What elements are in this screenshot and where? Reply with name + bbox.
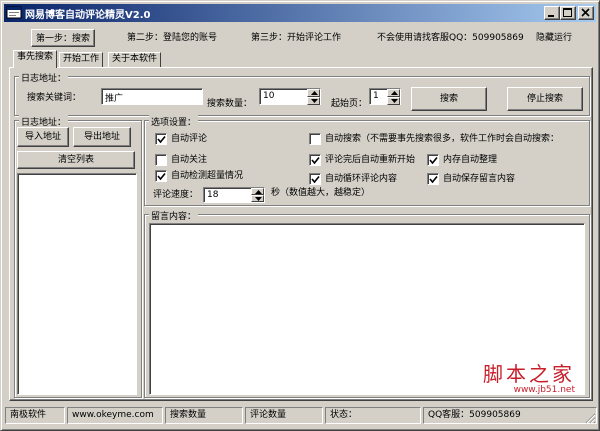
minimize-icon <box>548 15 554 17</box>
status-company: 南极软件 <box>5 407 65 424</box>
checkbox-box <box>427 154 439 166</box>
auto-memory-label: 内存自动整理 <box>443 155 498 165</box>
search-group: 日志地址： 搜索关键词： 推广 搜索数量： 10 起始页： 1 搜索 停止搜索 <box>14 71 590 116</box>
options-group-label: 选项设置： <box>149 115 199 128</box>
checkmark-icon <box>157 172 166 181</box>
watermark-url: www.jb51.net <box>513 385 575 395</box>
address-group: 日志地址： 导入地址 导出地址 清空列表 <box>14 115 142 398</box>
status-bar: 南极软件 www.okeyme.com 搜索数量 评论数量 状态： QQ客服：5… <box>5 407 597 425</box>
checkbox-box <box>309 154 321 166</box>
main-window: 网易博客自动评论精灵V2.0 第一步：搜索 第二步：登陆您的账号 第三步：开始评… <box>0 0 600 431</box>
step-search-button[interactable]: 第一步：搜索 <box>31 29 96 47</box>
arrow-up-icon <box>311 91 318 95</box>
step-login-label[interactable]: 第二步：登陆您的账号 <box>127 29 217 47</box>
checkmark-icon <box>311 175 320 184</box>
checkmark-icon <box>157 135 166 144</box>
checkbox-box <box>309 133 321 145</box>
tab-panel: 日志地址： 搜索关键词： 推广 搜索数量： 10 起始页： 1 搜索 停止搜索 … <box>9 67 593 401</box>
spin-up-button[interactable] <box>387 89 400 97</box>
auto-follow-checkbox[interactable]: 自动关注 <box>155 154 245 167</box>
checkmark-icon <box>311 156 320 165</box>
tab-about[interactable]: 关于本软件 <box>108 52 162 67</box>
speed-label: 评论速度： <box>153 190 199 200</box>
auto-follow-label: 自动关注 <box>171 155 208 165</box>
speed-hint: 秒（数值越大，越稳定） <box>271 188 371 198</box>
auto-memory-checkbox[interactable]: 内存自动整理 <box>427 154 527 167</box>
spin-down-button[interactable] <box>307 97 320 105</box>
resize-grip-icon[interactable] <box>585 413 596 424</box>
clear-list-button[interactable]: 清空列表 <box>17 151 135 169</box>
checkbox-box <box>155 170 167 182</box>
checkmark-icon <box>429 175 438 184</box>
watermark: 脚本之家 www.jb51.net <box>439 358 589 400</box>
auto-search-checkbox[interactable]: 自动搜索（不需要事先搜索很多，软件工作时会自动搜索： <box>309 133 587 146</box>
status-search-count: 搜索数量 <box>165 407 243 424</box>
arrow-up-icon <box>391 91 398 95</box>
detect-overflow-label: 自动检测超量情况 <box>171 171 244 181</box>
maximize-icon <box>563 8 572 17</box>
start-page-label: 起始页： <box>331 99 368 109</box>
spin-up-button[interactable] <box>251 188 264 195</box>
search-group-label: 日志地址： <box>19 71 69 84</box>
window-title: 网易博客自动评论精灵V2.0 <box>25 10 151 21</box>
save-message-checkbox[interactable]: 自动保存留言内容 <box>427 173 537 186</box>
title-bar[interactable]: 网易博客自动评论精灵V2.0 <box>4 4 596 22</box>
checkmark-icon <box>429 156 438 165</box>
checkbox-box <box>155 133 167 145</box>
address-list[interactable] <box>17 173 137 395</box>
minimize-button[interactable] <box>544 6 560 20</box>
app-icon <box>6 5 22 21</box>
spin-down-button[interactable] <box>251 195 264 202</box>
stop-search-button[interactable]: 停止搜索 <box>507 87 583 111</box>
loop-content-label: 自动循环评论内容 <box>325 174 398 184</box>
spin-down-button[interactable] <box>387 97 400 105</box>
message-group-label: 留言内容： <box>149 209 199 222</box>
arrow-down-icon <box>311 99 318 103</box>
status-site: www.okeyme.com <box>67 407 163 424</box>
tab-start-work[interactable]: 开始工作 <box>59 52 104 67</box>
search-count-label: 搜索数量： <box>207 99 253 109</box>
import-address-button[interactable]: 导入地址 <box>17 127 69 147</box>
status-comment-count: 评论数量 <box>245 407 323 424</box>
auto-comment-label: 自动评论 <box>171 134 208 144</box>
arrow-up-icon <box>255 190 262 194</box>
checkbox-box <box>427 173 439 185</box>
checkbox-box <box>309 173 321 185</box>
status-qq: QQ客服：509905869 <box>423 407 597 424</box>
arrow-down-icon <box>255 197 262 201</box>
status-state: 状态： <box>325 407 421 424</box>
auto-comment-checkbox[interactable]: 自动评论 <box>155 133 245 146</box>
watermark-logo: 脚本之家 <box>483 362 575 386</box>
detect-overflow-checkbox[interactable]: 自动检测超量情况 <box>155 170 265 183</box>
options-group: 选项设置： 自动评论 自动搜索（不需要事先搜索很多，软件工作时会自动搜索： 自动… <box>144 115 590 206</box>
maximize-button[interactable] <box>560 6 576 20</box>
close-icon <box>581 8 590 17</box>
hide-run-button[interactable]: 隐藏运行 <box>536 29 572 47</box>
restart-after-checkbox[interactable]: 评论完后自动重新开始 <box>309 154 423 167</box>
keyword-label: 搜索关键词： <box>27 93 82 103</box>
contact-label: 不会使用请找客服QQ：509905869 <box>377 33 524 43</box>
close-button[interactable] <box>578 6 594 20</box>
step-start-label[interactable]: 第三步：开始评论工作 <box>251 29 341 47</box>
keyword-input[interactable]: 推广 <box>101 88 203 105</box>
auto-search-label: 自动搜索（不需要事先搜索很多，软件工作时会自动搜索： <box>325 134 560 144</box>
spin-up-button[interactable] <box>307 89 320 97</box>
save-message-label: 自动保存留言内容 <box>443 174 516 184</box>
export-address-button[interactable]: 导出地址 <box>73 127 131 147</box>
checkbox-box <box>155 154 167 166</box>
search-button[interactable]: 搜索 <box>411 87 487 111</box>
restart-after-label: 评论完后自动重新开始 <box>325 155 416 165</box>
arrow-down-icon <box>391 99 398 103</box>
tab-pre-search[interactable]: 事先搜索 <box>13 50 58 68</box>
